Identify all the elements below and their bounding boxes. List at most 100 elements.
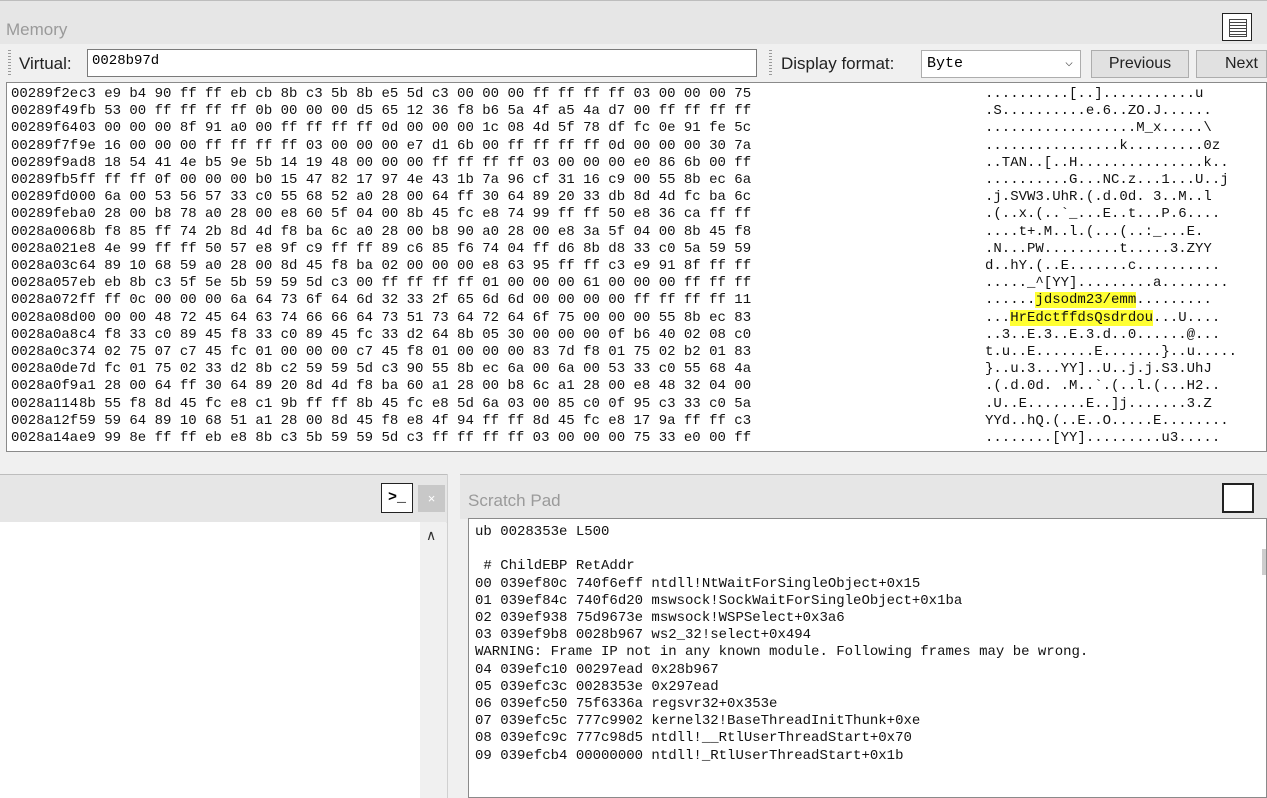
- memory-row-hex: e9 99 8e ff ff eb e8 8b c3 5b 59 59 5d c…: [79, 430, 752, 446]
- memory-row-ascii: ...HrEdctffdsQsdrdou...U....: [985, 309, 1221, 326]
- memory-row-hex: 74 02 75 07 c7 45 fc 01 00 00 00 c7 45 f…: [79, 344, 752, 360]
- memory-row-hex: fb 53 00 ff ff ff ff 0b 00 00 00 d5 65 1…: [79, 103, 752, 120]
- memory-row-hex: 03 00 00 00 8f 91 a0 00 ff ff ff ff 0d 0…: [79, 120, 752, 137]
- memory-row-address: 00289fd0: [11, 189, 79, 206]
- memory-row-hex: c4 f8 33 c0 89 45 f8 33 c0 89 45 fc 33 d…: [79, 326, 752, 343]
- highlighted-string: HrEdctffdsQsdrdou: [1010, 309, 1154, 326]
- memory-row: 00289fd0 00 6a 00 53 56 57 33 c0 55 68 52…: [7, 189, 1262, 206]
- scratch-pad-line: 07 039efc5c 777c9902 kernel32!BaseThread…: [475, 713, 921, 730]
- display-format-value: Byte: [927, 55, 964, 72]
- memory-row-ascii: ..........[..]...........u: [985, 86, 1204, 102]
- memory-row-address: 0028a0c3: [11, 344, 79, 360]
- chevron-down-icon: ⌵: [1065, 55, 1073, 70]
- scratch-pad-titlebar: Scratch Pad: [460, 474, 1267, 519]
- next-button[interactable]: Next: [1196, 50, 1267, 78]
- display-format-label: Display format:: [781, 54, 895, 73]
- scratch-pad-line: 06 039efc50 75f6336a regsvr32+0x353e: [475, 696, 778, 712]
- memory-row-ascii: .(.d.0d. .M..`.(..l.(...H2..: [985, 378, 1221, 395]
- memory-row-address: 0028a03c: [11, 258, 79, 274]
- memory-toolbar: Virtual: 0028b97d Display format: Byte ⌵…: [0, 44, 1267, 82]
- memory-row: 00289f2e c3 e9 b4 90 ff ff eb cb 8b c3 5b…: [7, 86, 1262, 103]
- toolbar-grip[interactable]: [8, 50, 11, 76]
- memory-row-address: 00289feb: [11, 206, 79, 223]
- memory-window-titlebar: Memory: [0, 0, 1267, 45]
- memory-row: 0028a072 ff ff 0c 00 00 00 6a 64 73 6f 64…: [7, 292, 1262, 309]
- memory-row: 0028a021 e8 4e 99 ff ff 50 57 e8 9f c9 ff…: [7, 241, 1262, 258]
- memory-row: 0028a114 8b 55 f8 8d 45 fc e8 c1 9b ff ff…: [7, 396, 1262, 413]
- memory-row-address: 00289f7f: [11, 137, 79, 154]
- memory-row-address: 00289f64: [11, 120, 79, 137]
- horizontal-splitter[interactable]: [0, 452, 1267, 474]
- memory-row-hex: 59 59 64 89 10 68 51 a1 28 00 8d 45 f8 e…: [79, 412, 752, 429]
- memory-row: 00289fb5 ff ff ff 0f 00 00 00 b0 15 47 82…: [7, 172, 1262, 189]
- scratch-pad-scrollbar-thumb[interactable]: [1262, 549, 1266, 575]
- virtual-address-input[interactable]: 0028b97d: [87, 49, 757, 77]
- highlighted-string: jdsodm23/emm: [1035, 292, 1137, 309]
- memory-row: 0028a14a e9 99 8e ff ff eb e8 8b c3 5b 59…: [7, 430, 1262, 447]
- memory-row: 0028a03c 64 89 10 68 59 a0 28 00 8d 45 f8…: [7, 258, 1262, 275]
- memory-row-hex: 64 89 10 68 59 a0 28 00 8d 45 f8 ba 02 0…: [79, 258, 752, 274]
- vertical-splitter[interactable]: [447, 474, 460, 798]
- memory-row-ascii: d..hY.(..E.......c..........: [985, 258, 1221, 274]
- scratch-pad-text[interactable]: ub 0028353e L500 # ChildEBP RetAddr 00 03…: [468, 518, 1267, 798]
- memory-row-address: 0028a114: [11, 395, 79, 412]
- memory-row-ascii: ....t+.M..l.(...(..:_...E.: [985, 223, 1204, 240]
- memory-row-ascii: ................k.........0z: [985, 137, 1221, 154]
- memory-row-hex: 7d fc 01 75 02 33 d2 8b c2 59 59 5d c3 9…: [79, 361, 752, 378]
- memory-row-hex: c3 e9 b4 90 ff ff eb cb 8b c3 5b 8b e5 5…: [79, 86, 752, 102]
- scratch-pad-line: 03 039ef9b8 0028b967 ws2_32!select+0x494: [475, 627, 812, 644]
- memory-dump-view[interactable]: 00289f2e c3 e9 b4 90 ff ff eb cb 8b c3 5b…: [6, 82, 1267, 452]
- scratch-pad-line: 05 039efc3c 0028353e 0x297ead: [475, 678, 719, 695]
- memory-row-address: 0028a14a: [11, 430, 79, 446]
- memory-window-title: Memory: [6, 20, 68, 39]
- scratch-pad-line: # ChildEBP RetAddr: [475, 558, 635, 575]
- memory-row-ascii: }..u.3...YY]..U..j.j.S3.UhJ: [985, 361, 1212, 378]
- memory-row-address: 0028a072: [11, 292, 79, 309]
- command-output[interactable]: [0, 522, 444, 798]
- memory-row-ascii: ..................M_x.....\: [985, 120, 1212, 137]
- scratch-pad-maximize-button[interactable]: [1222, 483, 1254, 513]
- scratch-pad-title: Scratch Pad: [468, 491, 561, 510]
- memory-row-ascii: ..........G...NC.z...1...U..j: [985, 172, 1229, 188]
- memory-row-hex: 9e 16 00 00 00 ff ff ff ff 03 00 00 00 e…: [79, 137, 752, 154]
- scratch-pad-line: 04 039efc10 00297ead 0x28b967: [475, 661, 719, 678]
- scratch-pad-line: ub 0028353e L500: [475, 524, 610, 540]
- memory-row-hex: e8 4e 99 ff ff 50 57 e8 9f c9 ff ff 89 c…: [79, 240, 752, 257]
- memory-row-hex: ff ff ff 0f 00 00 00 b0 15 47 82 17 97 4…: [79, 172, 752, 188]
- memory-row-address: 0028a0a8: [11, 326, 79, 343]
- memory-row-ascii: YYd..hQ.(..E..O.....E........: [985, 412, 1229, 429]
- memory-row-address: 0028a0de: [11, 361, 79, 378]
- memory-row: 0028a057 eb eb 8b c3 5f 5e 5b 59 59 5d c3…: [7, 275, 1262, 292]
- memory-row-hex: eb eb 8b c3 5f 5e 5b 59 59 5d c3 00 ff f…: [79, 275, 752, 292]
- memory-row: 00289feb a0 28 00 b8 78 a0 28 00 e8 60 5f…: [7, 206, 1262, 223]
- toolbar-grip[interactable]: [769, 50, 772, 76]
- memory-row-ascii: .S..........e.6..ZO.J......: [985, 103, 1212, 120]
- close-icon[interactable]: ×: [418, 485, 445, 512]
- scratch-pad-line: 08 039efc9c 777c98d5 ntdll!__RtlUserThre…: [475, 730, 912, 747]
- memory-row-hex: d8 18 54 41 4e b5 9e 5b 14 19 48 00 00 0…: [79, 154, 752, 171]
- memory-row: 00289f9a d8 18 54 41 4e b5 9e 5b 14 19 48…: [7, 155, 1262, 172]
- memory-row-address: 00289f9a: [11, 154, 79, 171]
- scratch-pad-line: 02 039ef938 75d9673e mswsock!WSPSelect+0…: [475, 610, 845, 626]
- memory-row-ascii: .(..x.(..`_...E..t...P.6....: [985, 206, 1221, 223]
- memory-row-address: 0028a006: [11, 223, 79, 240]
- memory-row: 0028a12f 59 59 64 89 10 68 51 a1 28 00 8d…: [7, 413, 1262, 430]
- scratch-pad-line: 09 039efcb4 00000000 ntdll!_RtlUserThrea…: [475, 747, 904, 764]
- memory-row-hex: 00 6a 00 53 56 57 33 c0 55 68 52 a0 28 0…: [79, 189, 752, 206]
- memory-row-ascii: ......jdsodm23/emm.........: [985, 292, 1212, 309]
- memory-window-menu-button[interactable]: [1222, 13, 1252, 41]
- memory-row-address: 0028a021: [11, 240, 79, 257]
- display-format-select[interactable]: Byte ⌵: [921, 50, 1081, 78]
- memory-row: 00289f64 03 00 00 00 8f 91 a0 00 ff ff ff…: [7, 120, 1262, 137]
- previous-button[interactable]: Previous: [1091, 50, 1189, 78]
- memory-row-address: 00289f2e: [11, 86, 79, 102]
- memory-row-ascii: .U..E.......E..]j.......3.Z: [985, 395, 1212, 412]
- command-scrollbar[interactable]: ∧: [420, 522, 446, 798]
- memory-row-ascii: ..TAN..[..H...............k..: [985, 154, 1229, 171]
- chevron-up-icon[interactable]: ∧: [426, 527, 436, 544]
- prompt-icon[interactable]: >_: [381, 483, 413, 513]
- memory-row: 0028a08d 00 00 00 48 72 45 64 63 74 66 66…: [7, 309, 1262, 327]
- memory-row-hex: 00 00 00 48 72 45 64 63 74 66 66 64 73 5…: [79, 309, 752, 326]
- memory-row: 0028a0f9 a1 28 00 64 ff 30 64 89 20 8d 4d…: [7, 378, 1262, 395]
- memory-row-address: 00289fb5: [11, 172, 79, 188]
